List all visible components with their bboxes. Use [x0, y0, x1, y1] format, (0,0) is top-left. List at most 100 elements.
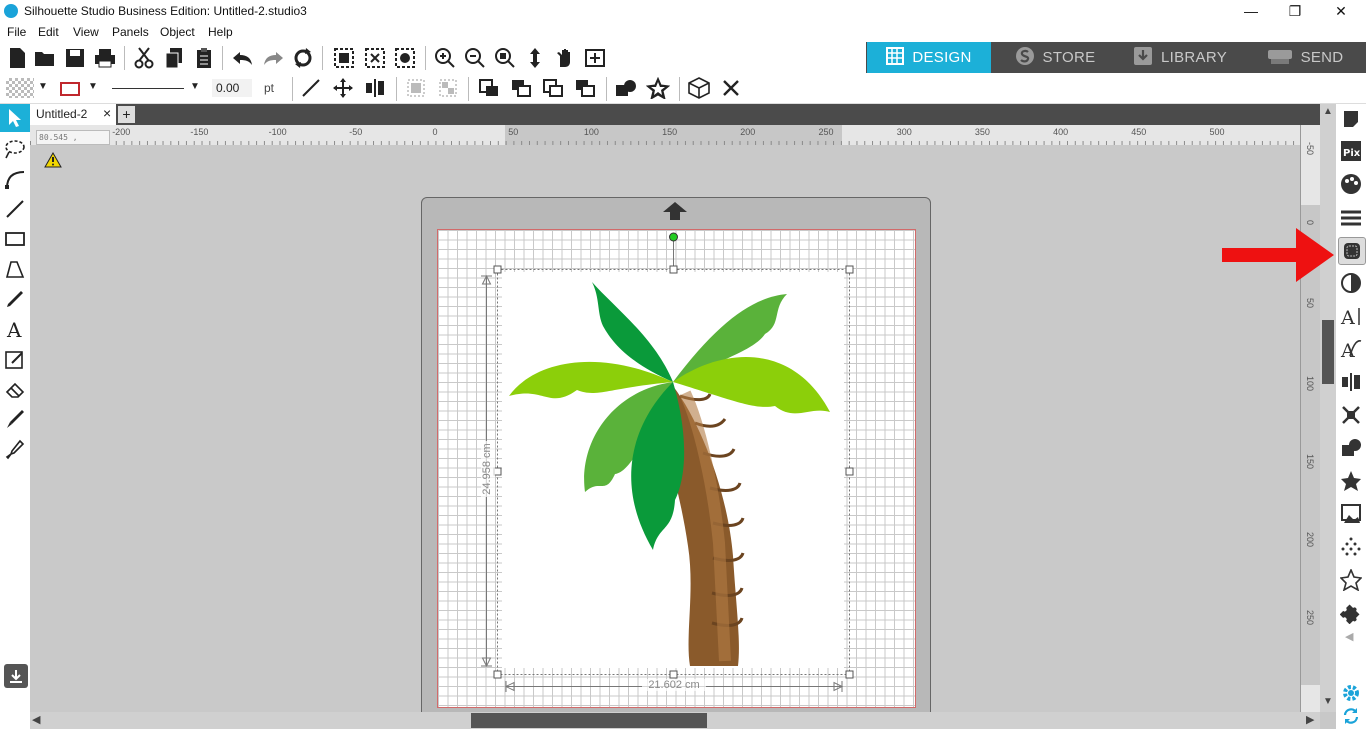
fill-color-swatch[interactable]: [6, 78, 34, 98]
trace-image-icon[interactable]: [1338, 501, 1364, 527]
text-style-icon[interactable]: A: [1338, 303, 1364, 329]
menu-file[interactable]: File: [7, 25, 26, 39]
line-draw-icon[interactable]: [2, 196, 28, 222]
delete-x-icon[interactable]: [718, 75, 744, 101]
resize-handle-bottom[interactable]: [669, 670, 678, 679]
cut-icon[interactable]: [131, 45, 157, 71]
fill-palette-icon[interactable]: [1338, 171, 1364, 197]
library-import-icon[interactable]: [4, 664, 28, 688]
redo-icon[interactable]: [260, 45, 286, 71]
align-icon[interactable]: [362, 75, 388, 101]
line-width-input[interactable]: 0.00: [212, 79, 252, 97]
document-tab[interactable]: Untitled-2 ×: [30, 104, 116, 125]
vertical-scrollbar[interactable]: ▲ ▼: [1320, 104, 1336, 712]
paste-icon[interactable]: [191, 45, 217, 71]
modify-weld-icon[interactable]: [1338, 435, 1364, 461]
redraw-icon[interactable]: [290, 45, 316, 71]
replicate-3d-box-icon[interactable]: [686, 75, 712, 101]
open-folder-icon[interactable]: [32, 45, 58, 71]
new-file-icon[interactable]: [4, 45, 30, 71]
scroll-up-arrow-icon[interactable]: ▲: [1323, 106, 1333, 117]
close-tab-icon[interactable]: ×: [103, 105, 111, 121]
line-style-preview[interactable]: [112, 88, 184, 89]
horizontal-scrollbar[interactable]: ◀ ▶: [30, 712, 1320, 729]
collapse-panel-arrow-icon[interactable]: ◀: [1345, 630, 1353, 643]
line-color-dropdown-arrow-icon[interactable]: ▼: [88, 81, 98, 92]
scroll-left-arrow-icon[interactable]: ◀: [32, 713, 40, 726]
undo-icon[interactable]: [230, 45, 256, 71]
line-style-dropdown-arrow-icon[interactable]: ▼: [190, 81, 200, 92]
line-style-icon[interactable]: [1338, 204, 1364, 230]
group-icon[interactable]: [403, 75, 429, 101]
copy-icon[interactable]: [161, 45, 187, 71]
palm-tree-image[interactable]: [505, 278, 835, 668]
tab-store[interactable]: STORE: [994, 42, 1116, 73]
select-arrow-icon[interactable]: [0, 104, 30, 132]
sketch-tool-icon[interactable]: [2, 346, 28, 372]
pixscan-icon[interactable]: Pix: [1338, 138, 1364, 164]
freehand-pencil-icon[interactable]: [2, 286, 28, 312]
trace-panel-icon[interactable]: [1338, 237, 1366, 265]
resize-handle-bl[interactable]: [493, 670, 502, 679]
scroll-right-arrow-icon[interactable]: ▶: [1306, 713, 1314, 726]
menu-panels[interactable]: Panels: [112, 25, 149, 39]
align-panel-icon[interactable]: [1338, 369, 1364, 395]
knife-tool-icon[interactable]: [2, 406, 28, 432]
menu-help[interactable]: Help: [208, 25, 233, 39]
zoom-out-icon[interactable]: [462, 45, 488, 71]
text-to-path-icon[interactable]: A: [1338, 336, 1364, 362]
line-tool-icon[interactable]: [298, 75, 324, 101]
send-backward-icon[interactable]: [572, 75, 598, 101]
point-edit-lasso-icon[interactable]: [2, 136, 28, 162]
vertical-scroll-thumb[interactable]: [1322, 320, 1334, 384]
drag-zoom-icon[interactable]: [522, 45, 548, 71]
minimize-button[interactable]: —: [1228, 0, 1274, 22]
sync-icon[interactable]: [1338, 703, 1364, 729]
offset-panel-icon[interactable]: [1338, 468, 1364, 494]
zoom-selection-icon[interactable]: [492, 45, 518, 71]
fill-dropdown-arrow-icon[interactable]: ▼: [38, 81, 48, 92]
resize-handle-top[interactable]: [669, 265, 678, 274]
restore-button[interactable]: ❐: [1272, 0, 1318, 22]
bring-forward-icon[interactable]: [540, 75, 566, 101]
add-tab-icon[interactable]: +: [118, 106, 135, 123]
warning-icon[interactable]: [44, 151, 62, 171]
puzzle-piece-icon[interactable]: [1338, 600, 1364, 626]
move-icon[interactable]: [330, 75, 356, 101]
select-all-icon[interactable]: [331, 45, 357, 71]
rotate-handle[interactable]: [669, 232, 678, 242]
select-by-color-icon[interactable]: [392, 45, 418, 71]
scroll-down-arrow-icon[interactable]: ▼: [1323, 696, 1333, 707]
save-icon[interactable]: [62, 45, 88, 71]
ungroup-icon[interactable]: [435, 75, 461, 101]
transform-icon[interactable]: [1338, 402, 1364, 428]
close-window-button[interactable]: ✕: [1318, 0, 1364, 22]
horizontal-scroll-thumb[interactable]: [471, 713, 707, 728]
eraser-icon[interactable]: [2, 376, 28, 402]
deselect-icon[interactable]: [362, 45, 388, 71]
tab-send[interactable]: SEND: [1244, 42, 1366, 73]
menu-view[interactable]: View: [73, 25, 99, 39]
eyedropper-icon[interactable]: [2, 436, 28, 462]
replicate-dots-icon[interactable]: [1338, 534, 1364, 560]
zoom-in-icon[interactable]: [432, 45, 458, 71]
send-to-back-icon[interactable]: [508, 75, 534, 101]
offset-star-icon[interactable]: [645, 75, 671, 101]
resize-handle-br[interactable]: [845, 670, 854, 679]
pan-hand-icon[interactable]: [552, 45, 578, 71]
polygon-tool-icon[interactable]: [2, 256, 28, 282]
weld-icon[interactable]: [613, 75, 639, 101]
edit-points-curve-icon[interactable]: [2, 166, 28, 192]
print-icon[interactable]: [92, 45, 118, 71]
line-color-swatch[interactable]: [60, 82, 80, 96]
text-tool-icon[interactable]: A: [2, 316, 28, 342]
rectangle-tool-icon[interactable]: [2, 226, 28, 252]
resize-handle-left[interactable]: [493, 467, 502, 476]
resize-handle-tr[interactable]: [845, 265, 854, 274]
menu-edit[interactable]: Edit: [38, 25, 59, 39]
image-effects-icon[interactable]: [1338, 270, 1364, 296]
page-setup-icon[interactable]: [1338, 106, 1364, 132]
fit-to-page-icon[interactable]: [582, 45, 608, 71]
tab-library[interactable]: LIBRARY: [1119, 42, 1241, 73]
bring-to-front-icon[interactable]: [476, 75, 502, 101]
